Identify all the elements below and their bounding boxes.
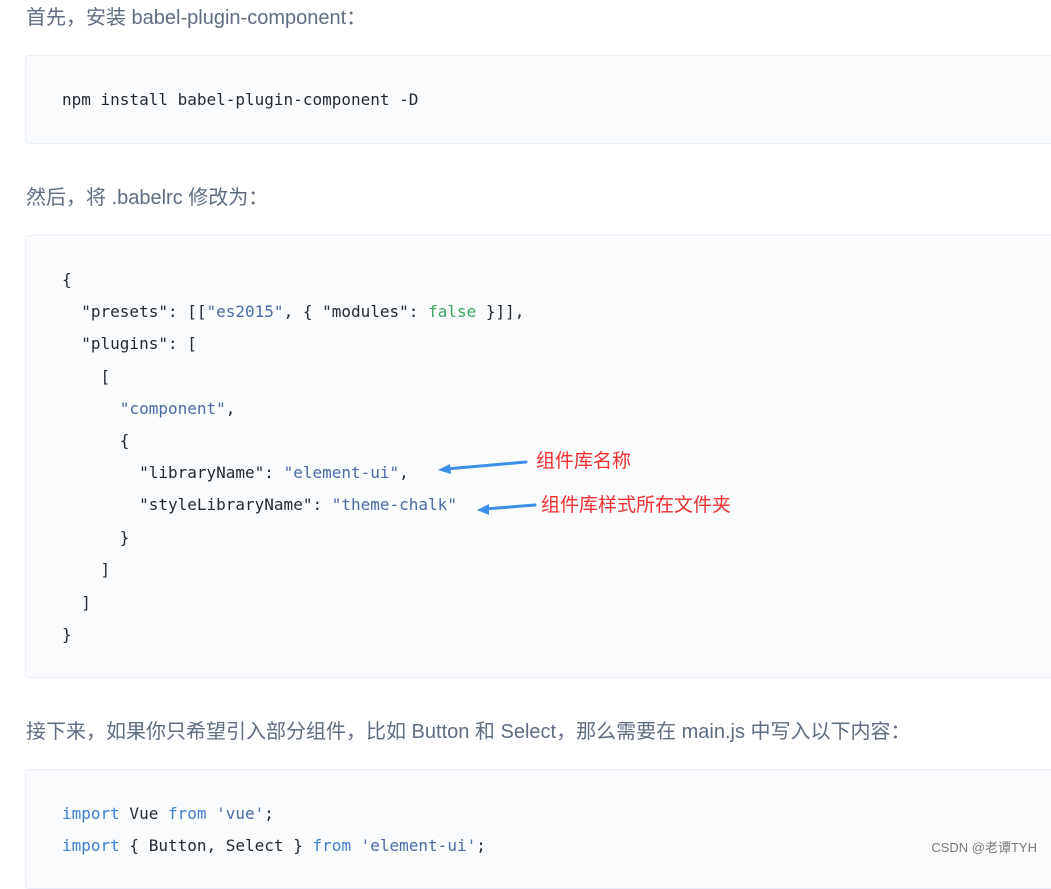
style-library-annotation: 组件库样式所在文件夹 xyxy=(541,495,732,516)
install-intro-text: 首先，安装 babel-plugin-component： xyxy=(26,7,367,29)
code-token: , xyxy=(225,399,236,418)
code-token: } xyxy=(119,528,130,547)
code-string: 'element-ui' xyxy=(350,836,477,855)
code-keyword: import xyxy=(62,804,120,823)
code-token: , xyxy=(399,463,409,482)
code-string: "component" xyxy=(119,399,226,418)
code-line: } xyxy=(62,624,72,646)
code-token: "libraryName" xyxy=(139,463,265,482)
code-token: ] xyxy=(81,593,91,612)
code-line: ] xyxy=(62,559,111,581)
code-token: , { xyxy=(283,302,323,321)
code-token: : xyxy=(408,302,429,321)
code-line: import { Button, Select } from 'element-… xyxy=(62,835,486,857)
code-line: "styleLibraryName": "theme-chalk" xyxy=(62,494,457,516)
code-token: "presets" xyxy=(81,302,168,321)
code-token: { xyxy=(119,431,130,450)
import-intro-text: 接下来，如果你只希望引入部分组件，比如 Button 和 Select，那么需要… xyxy=(26,721,911,743)
code-string: "theme-chalk" xyxy=(331,495,457,514)
code-token: : xyxy=(264,463,284,482)
babelrc-intro-text: 然后，将 .babelrc 修改为： xyxy=(26,187,269,209)
code-line: } xyxy=(62,527,130,549)
install-command: npm install babel-plugin-component -D xyxy=(62,90,419,109)
code-line: "component", xyxy=(62,398,236,420)
code-token: "styleLibraryName" xyxy=(139,495,313,514)
library-name-annotation: 组件库名称 xyxy=(536,451,632,472)
code-token: } xyxy=(62,625,72,644)
code-token: ; xyxy=(264,804,274,823)
code-token: { Button, Select } xyxy=(119,836,313,855)
arrow-icon xyxy=(477,503,537,515)
code-string: "element-ui" xyxy=(283,463,400,482)
code-token: "modules" xyxy=(322,302,409,321)
code-line: { xyxy=(62,430,130,452)
code-token: "plugins" xyxy=(81,334,168,353)
code-keyword: import xyxy=(62,836,120,855)
code-token: : [[ xyxy=(167,302,207,321)
code-keyword: from xyxy=(312,836,351,855)
code-line: [ xyxy=(62,366,111,388)
arrow-icon xyxy=(438,460,528,474)
code-boolean: false xyxy=(428,302,477,321)
code-string: 'vue' xyxy=(206,804,265,823)
code-token: ] xyxy=(100,560,111,579)
main-js-code-block: import Vue from 'vue'; import { Button, … xyxy=(25,769,1051,889)
code-line: "plugins": [ xyxy=(62,333,197,355)
install-code-block: npm install babel-plugin-component -D xyxy=(25,55,1051,144)
code-token: { xyxy=(62,270,72,289)
code-token: }]], xyxy=(476,302,525,321)
code-line: { xyxy=(62,269,72,291)
csdn-watermark: CSDN @老谭TYH xyxy=(931,840,1037,855)
code-token: [ xyxy=(100,367,111,386)
code-line: "libraryName": "element-ui", xyxy=(62,462,409,484)
code-line: import Vue from 'vue'; xyxy=(62,803,274,825)
code-line: ] xyxy=(62,592,91,614)
code-token: ; xyxy=(476,836,486,855)
code-token: : [ xyxy=(167,334,197,353)
code-string: "es2015" xyxy=(206,302,284,321)
code-keyword: from xyxy=(167,804,207,823)
code-line: "presets": [["es2015", { "modules": fals… xyxy=(62,301,524,323)
code-token: : xyxy=(312,495,332,514)
code-token: Vue xyxy=(119,804,168,823)
